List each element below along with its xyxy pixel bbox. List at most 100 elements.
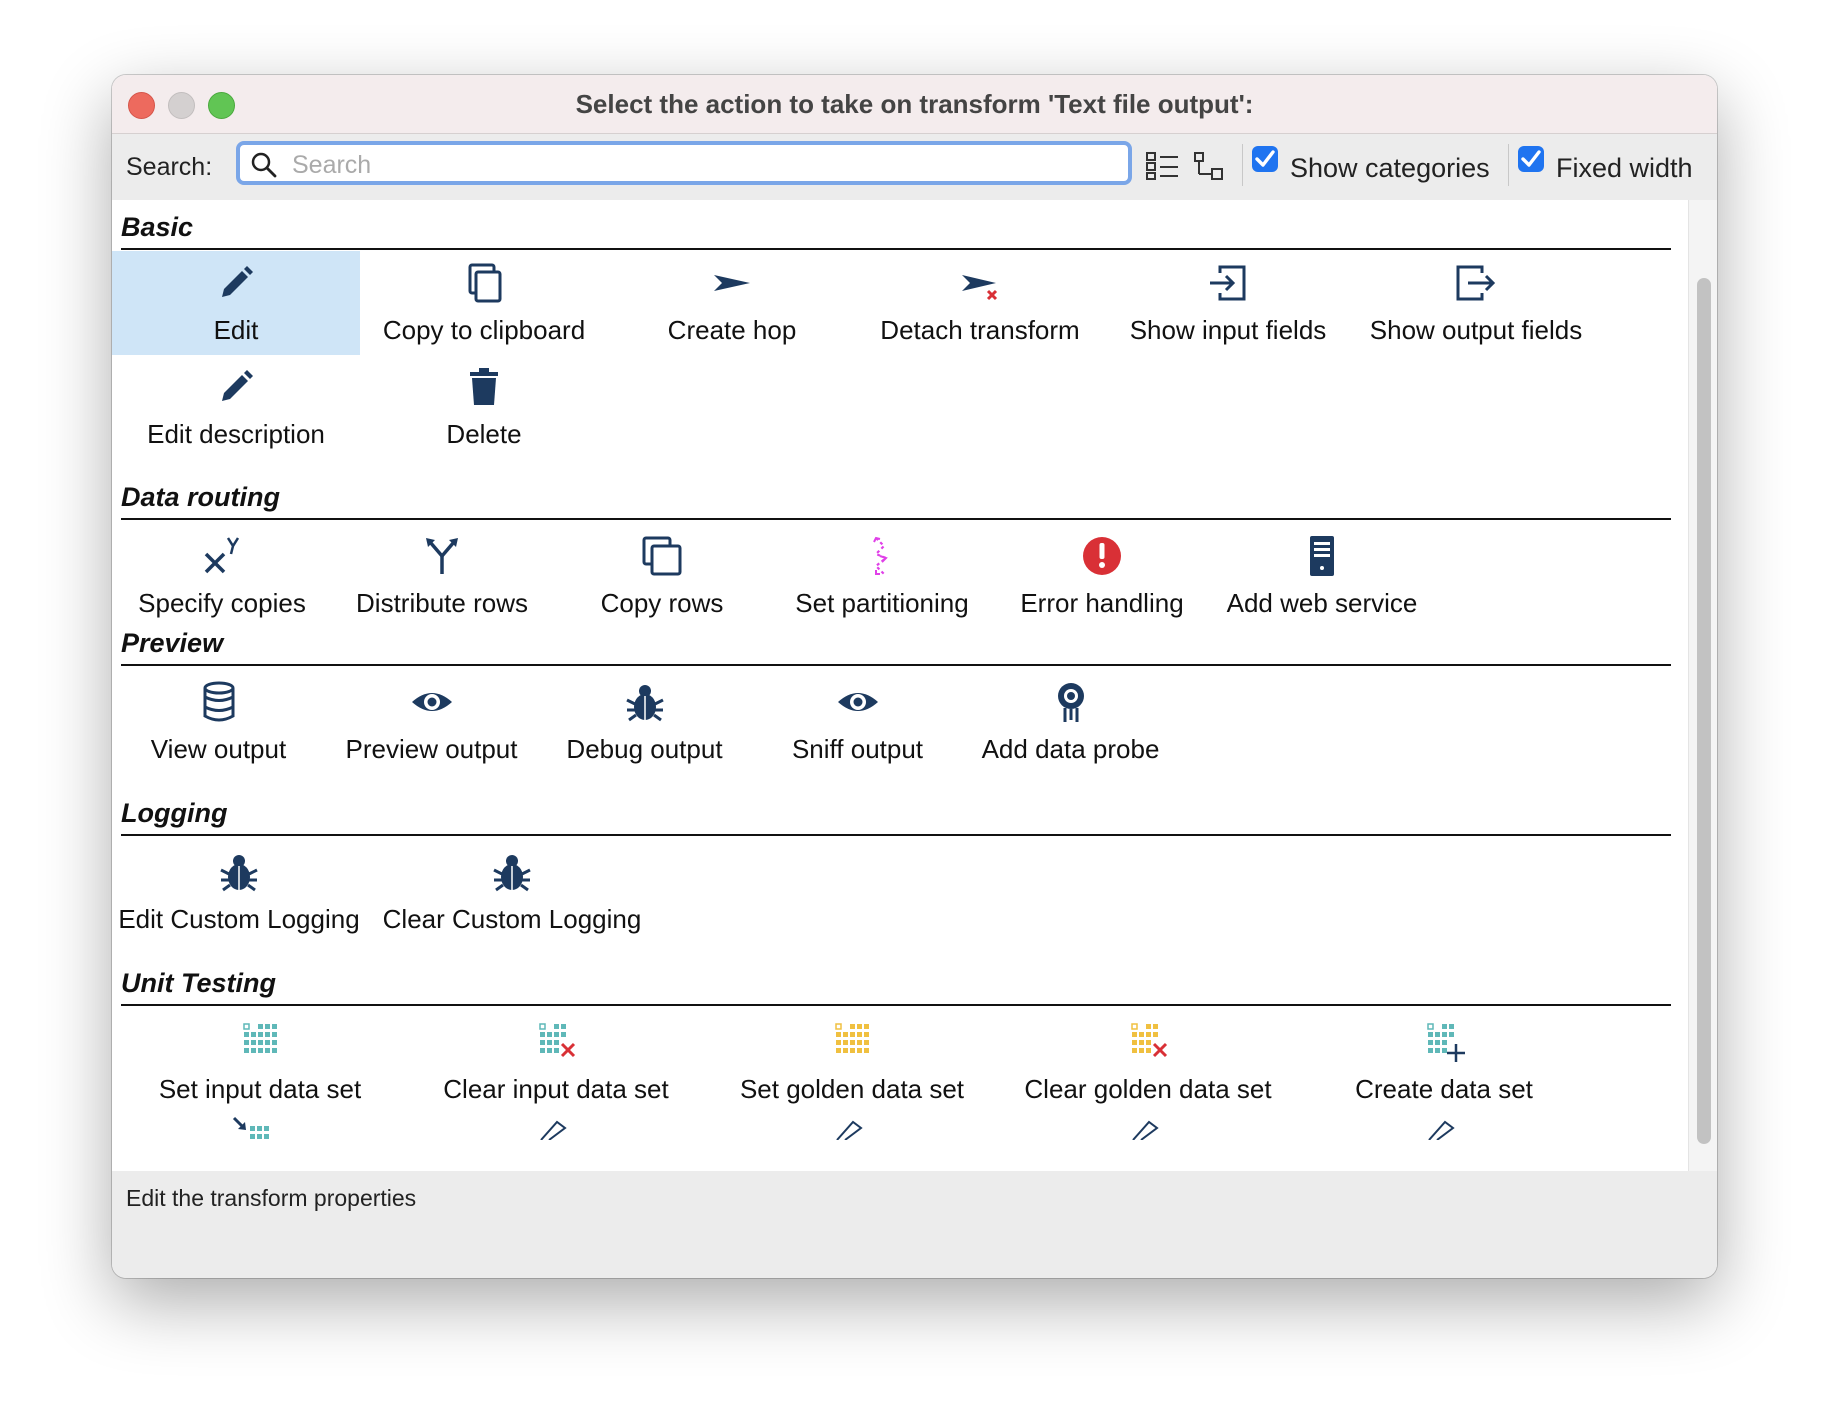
bug-icon: [220, 855, 258, 892]
search-field[interactable]: [236, 141, 1132, 185]
search-icon: [251, 152, 277, 178]
category-title: Preview: [121, 628, 224, 658]
pencil-outline-icon: [836, 1120, 863, 1140]
action-delete[interactable]: Delete: [360, 355, 608, 459]
input-fields-icon: [1210, 265, 1246, 301]
action-dialog-window: Select the action to take on transform '…: [112, 75, 1717, 1278]
category-header-preview: Preview: [121, 626, 1671, 666]
action-label: Detach transform: [880, 315, 1080, 345]
category-header-logging: Logging: [121, 796, 1671, 836]
action-label: Set golden data set: [739, 1074, 965, 1104]
eye-icon: [411, 693, 452, 711]
category-header-data-routing: Data routing: [121, 480, 1671, 520]
action-add-web-service[interactable]: Add web service: [1212, 524, 1432, 628]
search-input[interactable]: [290, 149, 1114, 181]
copy-icon: [468, 263, 502, 303]
show-categories-checkbox[interactable]: [1252, 146, 1278, 172]
action-add-data-probe[interactable]: Add data probe: [964, 670, 1177, 774]
output-fields-icon: [1456, 265, 1496, 301]
eye-icon: [837, 693, 878, 711]
checkmark-icon: [1255, 150, 1275, 167]
copy-rows-icon: [642, 536, 682, 576]
action-label: Edit Custom Logging: [118, 904, 360, 934]
checkmark-icon: [1521, 150, 1541, 167]
action-label: Copy to clipboard: [382, 315, 586, 345]
action-label: Delete: [446, 419, 522, 449]
action-copy-rows[interactable]: Copy rows: [552, 524, 772, 628]
category-title: Unit Testing: [121, 968, 276, 998]
action-error-handling[interactable]: Error handling: [992, 524, 1212, 628]
fixed-width-label[interactable]: Fixed width: [1556, 153, 1693, 184]
action-sniff-output[interactable]: Sniff output: [751, 670, 964, 774]
tree-view-icon[interactable]: [1194, 152, 1224, 180]
action-label: Show output fields: [1369, 315, 1583, 345]
action-label: Clear golden data set: [1024, 1074, 1272, 1104]
actions-panel: Basic Edit Copy to clipboard Create hop: [112, 200, 1687, 1171]
action-set-golden-data-set[interactable]: Set golden data set: [704, 1010, 1000, 1114]
fixed-width-checkbox[interactable]: [1518, 146, 1544, 172]
action-edit-description[interactable]: Edit description: [112, 355, 360, 459]
web-service-icon: [1310, 536, 1334, 576]
action-label: Show input fields: [1129, 315, 1327, 345]
category-title: Basic: [121, 212, 194, 242]
vertical-scrollbar[interactable]: [1688, 200, 1717, 1171]
error-icon: [1083, 537, 1121, 575]
trash-icon: [470, 368, 498, 405]
distribute-icon: [426, 538, 458, 574]
database-icon: [203, 681, 234, 722]
category-title: Data routing: [121, 482, 280, 512]
action-label: Clear input data set: [443, 1074, 669, 1104]
action-specify-copies[interactable]: Specify copies: [112, 524, 332, 628]
title-bar: Select the action to take on transform '…: [112, 75, 1717, 134]
action-clear-custom-logging[interactable]: Clear Custom Logging: [366, 840, 658, 944]
action-label: Set input data set: [158, 1074, 362, 1104]
toolbar-separator: [1242, 144, 1243, 186]
flat-list-view-icon[interactable]: [1146, 152, 1180, 180]
pencil-outline-icon: [1428, 1120, 1455, 1140]
copies-xy-icon: [204, 537, 240, 574]
pencil-outline-icon: [1132, 1120, 1159, 1140]
action-show-output-fields[interactable]: Show output fields: [1352, 251, 1600, 355]
action-detach-transform[interactable]: Detach transform: [856, 251, 1104, 355]
category-header-unit-testing: Unit Testing: [121, 966, 1671, 1006]
pencil-icon: [222, 266, 253, 297]
dataset-gold-clear-icon: [1131, 1023, 1168, 1058]
action-label: Add data probe: [981, 734, 1160, 764]
search-label: Search:: [126, 153, 213, 181]
action-clear-golden-data-set[interactable]: Clear golden data set: [1000, 1010, 1296, 1114]
scrollbar-thumb[interactable]: [1697, 278, 1711, 1144]
action-label: Clear Custom Logging: [382, 904, 642, 934]
dataset-gold-icon: [835, 1023, 869, 1053]
detach-arrow-icon: [962, 275, 998, 301]
action-debug-output[interactable]: Debug output: [538, 670, 751, 774]
action-create-data-set[interactable]: Create data set: [1296, 1010, 1592, 1114]
action-label: Create hop: [667, 315, 797, 345]
action-set-input-data-set[interactable]: Set input data set: [112, 1010, 408, 1114]
search-toolbar: Search: Show catego: [112, 134, 1717, 200]
category-header-basic: Basic: [121, 210, 1671, 250]
action-create-hop[interactable]: Create hop: [608, 251, 856, 355]
dataset-teal-icon: [243, 1023, 277, 1053]
dataset-arrow-icon: [232, 1116, 269, 1139]
dataset-create-icon: [1427, 1023, 1465, 1062]
window-title: Select the action to take on transform '…: [575, 89, 1254, 119]
action-copy-to-clipboard[interactable]: Copy to clipboard: [360, 251, 608, 355]
hop-arrow-icon: [714, 275, 750, 291]
action-distribute-rows[interactable]: Distribute rows: [332, 524, 552, 628]
show-categories-label[interactable]: Show categories: [1290, 153, 1490, 184]
action-edit[interactable]: Edit: [112, 251, 360, 355]
probe-icon: [1057, 683, 1084, 722]
category-title: Logging: [121, 798, 228, 828]
pencil-outline-icon: [540, 1120, 567, 1140]
action-label: Create data set: [1355, 1074, 1533, 1104]
action-show-input-fields[interactable]: Show input fields: [1104, 251, 1352, 355]
action-clear-input-data-set[interactable]: Clear input data set: [408, 1010, 704, 1114]
bug-icon: [493, 855, 531, 892]
pencil-icon: [222, 370, 253, 401]
toolbar-separator: [1508, 144, 1509, 186]
action-set-partitioning[interactable]: Set partitioning: [772, 524, 992, 628]
action-preview-output[interactable]: Preview output: [325, 670, 538, 774]
action-view-output[interactable]: View output: [112, 670, 325, 774]
action-edit-custom-logging[interactable]: Edit Custom Logging: [112, 840, 366, 944]
status-bar: Edit the transform properties: [112, 1171, 1717, 1278]
